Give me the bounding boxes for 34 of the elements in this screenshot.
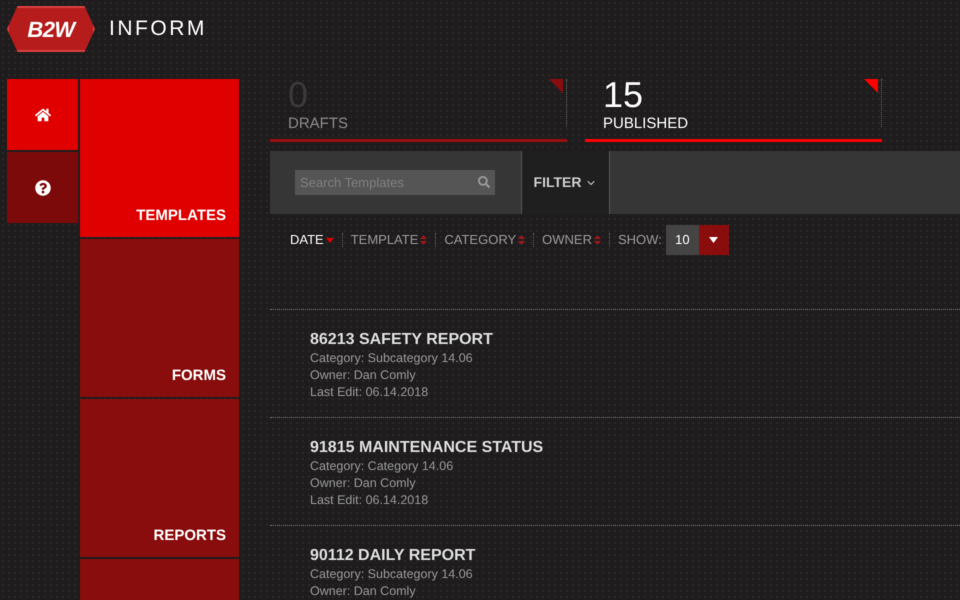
template-title[interactable]: 91815 MAINTENANCE STATUS — [310, 438, 960, 458]
sort-icon — [594, 235, 601, 245]
template-detail: Owner: Dan Comly — [310, 475, 417, 492]
template-detail: Last Edit: 06.14.2018 — [310, 384, 430, 401]
search-icon — [478, 176, 490, 188]
template-detail: Owner: Dan Comly — [310, 367, 417, 384]
corner-flag-icon — [549, 79, 563, 93]
sort-column[interactable]: OWNER — [542, 230, 601, 250]
corner-flag-icon — [864, 79, 878, 93]
template-detail: Category: Subcategory 14.06 — [310, 566, 474, 583]
dropdown-caret-icon — [709, 237, 718, 243]
help-nav-button[interactable] — [7, 152, 78, 223]
sort-icon — [518, 235, 526, 245]
app-title: INFORM — [109, 16, 207, 42]
template-detail: Last Edit: 06.14.2018 — [310, 492, 430, 509]
sort-column[interactable]: TEMPLATE — [350, 230, 428, 250]
stat-tab[interactable]: 15 PUBLISHED — [585, 79, 882, 142]
template-title[interactable]: 86213 SAFETY REPORT — [310, 330, 960, 350]
template-title[interactable]: 90112 DAILY REPORT — [310, 546, 960, 566]
sort-down-icon — [326, 238, 334, 242]
nav-tile[interactable]: FORMS — [80, 239, 239, 397]
sort-column[interactable]: DATE — [290, 230, 334, 250]
sort-column[interactable]: CATEGORY — [444, 230, 526, 250]
template-detail: Category: Subcategory 14.06 — [310, 350, 474, 367]
show-label: SHOW: — [618, 231, 662, 250]
template-detail: Category: Category 14.06 — [310, 458, 454, 475]
sort-icon — [420, 235, 428, 245]
nav-tile[interactable]: TEMPLATES — [80, 79, 239, 237]
help-icon — [34, 180, 50, 196]
template-detail: Owner: Dan Comly — [310, 583, 417, 600]
home-icon — [34, 106, 50, 122]
logo-badge: B2W — [7, 6, 95, 52]
nav-tile[interactable]: REPORTS — [80, 399, 239, 557]
filter-button[interactable]: FILTER — [521, 151, 610, 214]
